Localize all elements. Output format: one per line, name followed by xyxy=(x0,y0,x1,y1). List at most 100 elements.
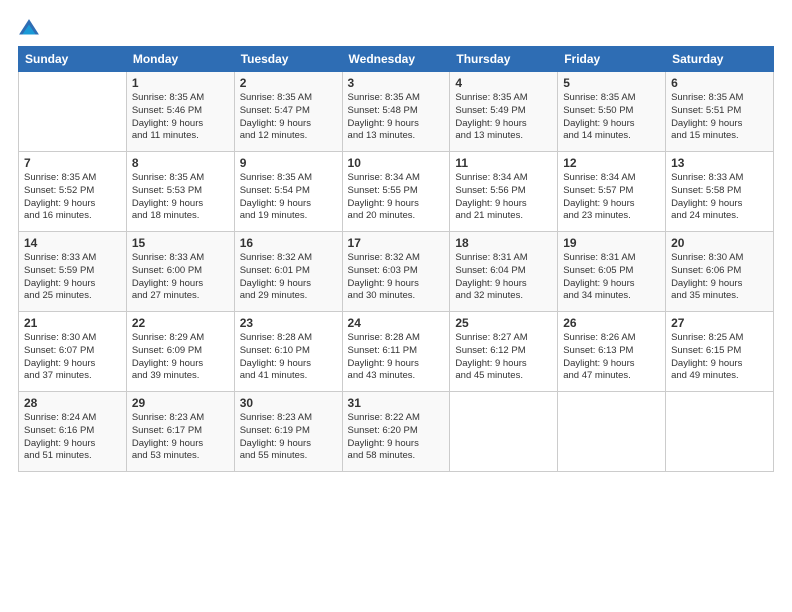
day-info: Sunrise: 8:22 AMSunset: 6:20 PMDaylight:… xyxy=(348,412,445,463)
day-info: Sunrise: 8:32 AMSunset: 6:03 PMDaylight:… xyxy=(348,252,445,303)
day-info: Sunrise: 8:30 AMSunset: 6:06 PMDaylight:… xyxy=(671,252,768,303)
header-cell-thursday: Thursday xyxy=(450,47,558,72)
day-number: 24 xyxy=(348,316,445,330)
day-info: Sunrise: 8:33 AMSunset: 5:59 PMDaylight:… xyxy=(24,252,121,303)
day-number: 10 xyxy=(348,156,445,170)
day-cell: 13 Sunrise: 8:33 AMSunset: 5:58 PMDayligh… xyxy=(666,152,774,232)
day-number: 5 xyxy=(563,76,660,90)
day-number: 31 xyxy=(348,396,445,410)
day-number: 8 xyxy=(132,156,229,170)
day-number: 3 xyxy=(348,76,445,90)
day-cell: 15 Sunrise: 8:33 AMSunset: 6:00 PMDayligh… xyxy=(126,232,234,312)
header-cell-tuesday: Tuesday xyxy=(234,47,342,72)
day-info: Sunrise: 8:26 AMSunset: 6:13 PMDaylight:… xyxy=(563,332,660,383)
day-cell: 18 Sunrise: 8:31 AMSunset: 6:04 PMDayligh… xyxy=(450,232,558,312)
day-info: Sunrise: 8:35 AMSunset: 5:48 PMDaylight:… xyxy=(348,92,445,143)
day-info: Sunrise: 8:29 AMSunset: 6:09 PMDaylight:… xyxy=(132,332,229,383)
day-cell: 11 Sunrise: 8:34 AMSunset: 5:56 PMDayligh… xyxy=(450,152,558,232)
day-number: 28 xyxy=(24,396,121,410)
day-cell: 27Sunrise: 8:25 AMSunset: 6:15 PMDayligh… xyxy=(666,312,774,392)
day-cell: 19 Sunrise: 8:31 AMSunset: 6:05 PMDayligh… xyxy=(558,232,666,312)
day-number: 12 xyxy=(563,156,660,170)
week-row-5: 28 Sunrise: 8:24 AMSunset: 6:16 PMDayligh… xyxy=(19,392,774,472)
day-info: Sunrise: 8:23 AMSunset: 6:19 PMDaylight:… xyxy=(240,412,337,463)
day-info: Sunrise: 8:35 AMSunset: 5:46 PMDaylight:… xyxy=(132,92,229,143)
day-cell xyxy=(558,392,666,472)
day-cell: 29 Sunrise: 8:23 AMSunset: 6:17 PMDayligh… xyxy=(126,392,234,472)
day-cell: 1 Sunrise: 8:35 AMSunset: 5:46 PMDaylight… xyxy=(126,72,234,152)
day-number: 6 xyxy=(671,76,768,90)
day-number: 4 xyxy=(455,76,552,90)
calendar-table: SundayMondayTuesdayWednesdayThursdayFrid… xyxy=(18,46,774,472)
day-cell: 22Sunrise: 8:29 AMSunset: 6:09 PMDayligh… xyxy=(126,312,234,392)
header-cell-friday: Friday xyxy=(558,47,666,72)
day-info: Sunrise: 8:32 AMSunset: 6:01 PMDaylight:… xyxy=(240,252,337,303)
day-info: Sunrise: 8:33 AMSunset: 6:00 PMDaylight:… xyxy=(132,252,229,303)
day-number: 18 xyxy=(455,236,552,250)
day-cell: 24 Sunrise: 8:28 AMSunset: 6:11 PMDayligh… xyxy=(342,312,450,392)
day-cell: 5 Sunrise: 8:35 AMSunset: 5:50 PMDaylight… xyxy=(558,72,666,152)
day-number: 13 xyxy=(671,156,768,170)
day-cell: 17 Sunrise: 8:32 AMSunset: 6:03 PMDayligh… xyxy=(342,232,450,312)
day-cell: 30 Sunrise: 8:23 AMSunset: 6:19 PMDayligh… xyxy=(234,392,342,472)
week-row-4: 21 Sunrise: 8:30 AMSunset: 6:07 PMDayligh… xyxy=(19,312,774,392)
header-cell-monday: Monday xyxy=(126,47,234,72)
week-row-1: 1 Sunrise: 8:35 AMSunset: 5:46 PMDaylight… xyxy=(19,72,774,152)
day-info: Sunrise: 8:35 AMSunset: 5:50 PMDaylight:… xyxy=(563,92,660,143)
day-info: Sunrise: 8:33 AMSunset: 5:58 PMDaylight:… xyxy=(671,172,768,223)
day-cell: 31 Sunrise: 8:22 AMSunset: 6:20 PMDayligh… xyxy=(342,392,450,472)
day-number: 14 xyxy=(24,236,121,250)
day-info: Sunrise: 8:34 AMSunset: 5:55 PMDaylight:… xyxy=(348,172,445,223)
day-cell: 28 Sunrise: 8:24 AMSunset: 6:16 PMDayligh… xyxy=(19,392,127,472)
day-number: 19 xyxy=(563,236,660,250)
day-cell: 7 Sunrise: 8:35 AMSunset: 5:52 PMDaylight… xyxy=(19,152,127,232)
day-cell: 9Sunrise: 8:35 AMSunset: 5:54 PMDaylight… xyxy=(234,152,342,232)
day-number: 30 xyxy=(240,396,337,410)
week-row-2: 7 Sunrise: 8:35 AMSunset: 5:52 PMDaylight… xyxy=(19,152,774,232)
day-cell: 20 Sunrise: 8:30 AMSunset: 6:06 PMDayligh… xyxy=(666,232,774,312)
day-info: Sunrise: 8:28 AMSunset: 6:11 PMDaylight:… xyxy=(348,332,445,383)
day-number: 1 xyxy=(132,76,229,90)
day-info: Sunrise: 8:28 AMSunset: 6:10 PMDaylight:… xyxy=(240,332,337,383)
header-cell-sunday: Sunday xyxy=(19,47,127,72)
day-cell: 2Sunrise: 8:35 AMSunset: 5:47 PMDaylight… xyxy=(234,72,342,152)
day-cell: 14 Sunrise: 8:33 AMSunset: 5:59 PMDayligh… xyxy=(19,232,127,312)
day-info: Sunrise: 8:35 AMSunset: 5:52 PMDaylight:… xyxy=(24,172,121,223)
day-number: 11 xyxy=(455,156,552,170)
day-cell: 10 Sunrise: 8:34 AMSunset: 5:55 PMDayligh… xyxy=(342,152,450,232)
day-number: 25 xyxy=(455,316,552,330)
day-cell xyxy=(450,392,558,472)
day-info: Sunrise: 8:34 AMSunset: 5:56 PMDaylight:… xyxy=(455,172,552,223)
day-cell: 12 Sunrise: 8:34 AMSunset: 5:57 PMDayligh… xyxy=(558,152,666,232)
day-number: 16 xyxy=(240,236,337,250)
day-number: 17 xyxy=(348,236,445,250)
day-number: 26 xyxy=(563,316,660,330)
day-cell: 25Sunrise: 8:27 AMSunset: 6:12 PMDayligh… xyxy=(450,312,558,392)
day-number: 21 xyxy=(24,316,121,330)
day-info: Sunrise: 8:34 AMSunset: 5:57 PMDaylight:… xyxy=(563,172,660,223)
day-info: Sunrise: 8:35 AMSunset: 5:47 PMDaylight:… xyxy=(240,92,337,143)
logo-icon xyxy=(18,18,40,40)
day-number: 23 xyxy=(240,316,337,330)
day-info: Sunrise: 8:35 AMSunset: 5:53 PMDaylight:… xyxy=(132,172,229,223)
day-cell: 8 Sunrise: 8:35 AMSunset: 5:53 PMDaylight… xyxy=(126,152,234,232)
day-number: 29 xyxy=(132,396,229,410)
day-info: Sunrise: 8:31 AMSunset: 6:05 PMDaylight:… xyxy=(563,252,660,303)
day-cell xyxy=(19,72,127,152)
day-number: 20 xyxy=(671,236,768,250)
day-info: Sunrise: 8:25 AMSunset: 6:15 PMDaylight:… xyxy=(671,332,768,383)
header-row: SundayMondayTuesdayWednesdayThursdayFrid… xyxy=(19,47,774,72)
day-cell xyxy=(666,392,774,472)
day-info: Sunrise: 8:35 AMSunset: 5:51 PMDaylight:… xyxy=(671,92,768,143)
day-info: Sunrise: 8:24 AMSunset: 6:16 PMDaylight:… xyxy=(24,412,121,463)
header-cell-saturday: Saturday xyxy=(666,47,774,72)
logo xyxy=(18,18,43,40)
day-info: Sunrise: 8:35 AMSunset: 5:49 PMDaylight:… xyxy=(455,92,552,143)
day-number: 7 xyxy=(24,156,121,170)
day-info: Sunrise: 8:30 AMSunset: 6:07 PMDaylight:… xyxy=(24,332,121,383)
day-cell: 3 Sunrise: 8:35 AMSunset: 5:48 PMDaylight… xyxy=(342,72,450,152)
day-number: 15 xyxy=(132,236,229,250)
day-info: Sunrise: 8:23 AMSunset: 6:17 PMDaylight:… xyxy=(132,412,229,463)
day-cell: 23 Sunrise: 8:28 AMSunset: 6:10 PMDayligh… xyxy=(234,312,342,392)
day-info: Sunrise: 8:31 AMSunset: 6:04 PMDaylight:… xyxy=(455,252,552,303)
